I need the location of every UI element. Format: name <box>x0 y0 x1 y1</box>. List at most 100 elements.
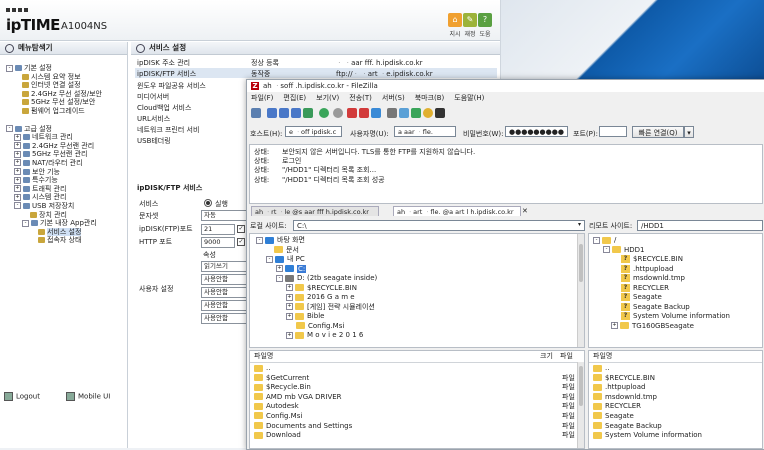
list-item[interactable]: AMD mb VGA DRIVER 파일 <box>254 393 576 403</box>
tree-node[interactable]: - / <box>593 236 730 246</box>
tree-node[interactable]: ? System Volume information <box>593 312 730 322</box>
logout-button[interactable]: Logout <box>4 392 40 401</box>
menu-server[interactable]: 서버(S) <box>382 94 405 102</box>
list-item[interactable]: Autodesk 파일 <box>254 402 576 412</box>
menu-item[interactable]: 장치 관리 <box>6 211 102 220</box>
chevron-down-icon[interactable]: ▾ <box>578 221 581 228</box>
column-filename[interactable]: 파일명 <box>593 351 612 362</box>
help-icon[interactable]: ? <box>478 13 492 27</box>
tree-node[interactable]: -내 PC <box>256 255 377 265</box>
expand-icon[interactable]: + <box>286 284 293 291</box>
user-select[interactable]: 사용안함 <box>201 313 247 324</box>
expand-icon[interactable]: + <box>286 293 293 301</box>
list-item[interactable]: Download 파일 <box>254 431 576 441</box>
service-row[interactable]: ipDISK 주소 관리 <box>137 58 190 68</box>
expand-icon[interactable]: + <box>14 133 21 141</box>
service-row[interactable]: ipDISK/FTP 서비스 <box>137 69 196 79</box>
tree-node[interactable]: + $RECYCLE.BIN <box>256 284 377 294</box>
tree-node[interactable]: + TG160GBSeagate <box>593 322 730 332</box>
menu-usb[interactable]: - USB 저장장치 <box>6 202 102 211</box>
tree-node[interactable]: + [게임] 전략 시뮬레이션 <box>256 303 377 313</box>
disconnect-icon[interactable] <box>359 108 369 118</box>
expand-icon[interactable]: + <box>14 185 21 193</box>
menu-item[interactable]: +5GHz 무선랜 관리 <box>6 150 102 159</box>
scrollbar[interactable] <box>577 362 584 448</box>
list-item[interactable]: System Volume information <box>593 431 758 441</box>
service-row[interactable]: 미디어서버 <box>137 92 169 102</box>
collapse-icon[interactable]: - <box>6 64 13 72</box>
expand-icon[interactable]: + <box>14 159 21 167</box>
menu-item-service-settings[interactable]: 서비스 설정 <box>6 227 102 237</box>
menu-item[interactable]: 5GHz 무선 설정/보안 <box>6 98 102 107</box>
tree-node[interactable]: ? RECYCLER <box>593 283 730 294</box>
tree-node[interactable]: - D: (2tb seagate inside) <box>256 274 377 284</box>
menu-item[interactable]: + 시스템 관리 <box>6 193 102 202</box>
cancel-icon[interactable] <box>347 108 357 118</box>
user-input[interactable]: a aar ᆞfle. <box>394 126 456 137</box>
port-input[interactable] <box>599 126 627 137</box>
column-type[interactable]: 파일 <box>560 351 573 362</box>
tree-node[interactable]: +2016 G a m e <box>256 293 377 303</box>
scrollbar[interactable] <box>577 234 584 347</box>
tree-node[interactable]: 문서 <box>256 246 377 256</box>
connection-tab-active[interactable]: ah ᆞart ᆞfle. @a art l h.ipdisk.co.kr <box>393 206 521 216</box>
tree-node[interactable]: + M o v i e 2 0 1 6 <box>256 331 377 341</box>
column-size[interactable]: 크기 <box>540 351 553 362</box>
menu-app[interactable]: - 기본 내장 App관리 <box>6 219 102 228</box>
user-select[interactable]: 사용안함 <box>201 274 247 285</box>
list-item[interactable]: Seagate Backup <box>593 422 758 432</box>
list-item[interactable]: msdownld.tmp <box>593 393 758 403</box>
compare-icon[interactable] <box>399 108 409 118</box>
expand-icon[interactable]: + <box>611 322 618 329</box>
password-input[interactable]: ●●●●●●●●● <box>505 126 568 137</box>
http-port-checkbox[interactable]: ✓ <box>237 238 245 246</box>
collapse-icon[interactable]: - <box>6 125 13 133</box>
menu-item[interactable]: + 특수기능 <box>6 176 102 185</box>
menu-help[interactable]: 도움말(H) <box>454 94 484 102</box>
menu-bookmarks[interactable]: 북마크(B) <box>415 94 445 102</box>
list-item[interactable]: $RECYCLE.BIN <box>593 374 758 384</box>
tree-node[interactable]: Config.Msi <box>256 322 377 332</box>
service-row[interactable]: 윈도우 파일공유 서비스 <box>137 81 206 91</box>
list-item[interactable]: Documents and Settings 파일 <box>254 422 576 432</box>
binoculars-icon[interactable] <box>435 108 445 118</box>
expand-icon[interactable]: + <box>14 142 21 150</box>
tree-node[interactable]: + Bible <box>256 312 377 322</box>
menu-view[interactable]: 보기(V) <box>316 94 339 102</box>
refresh-icon[interactable] <box>319 108 329 118</box>
list-item[interactable]: RECYCLER <box>593 402 758 412</box>
list-item[interactable]: Config.Msi 파일 <box>254 412 576 422</box>
process-queue-icon[interactable] <box>333 108 343 118</box>
list-item[interactable]: .. <box>254 364 576 374</box>
sync-browse-icon[interactable] <box>411 108 421 118</box>
menu-item[interactable]: 접속자 상태 <box>6 236 102 245</box>
site-manager-icon[interactable] <box>251 108 261 118</box>
service-row[interactable]: USB테더링 <box>137 136 171 146</box>
tree-node[interactable]: - 바탕 화면 <box>256 236 377 246</box>
reconnect-icon[interactable] <box>371 108 381 118</box>
toggle-log-icon[interactable] <box>267 108 277 118</box>
expand-icon[interactable]: + <box>276 265 283 272</box>
service-row[interactable]: Cloud백업 서비스 <box>137 103 191 113</box>
list-item[interactable]: .. <box>593 364 758 374</box>
list-item[interactable]: Seagate <box>593 412 758 422</box>
menu-transfer[interactable]: 전송(T) <box>349 94 372 102</box>
list-item[interactable]: .httpupload <box>593 383 758 393</box>
tree-node-c[interactable]: + C: <box>256 264 377 275</box>
attr-select[interactable]: 읽기쓰기 <box>201 261 247 272</box>
collapse-icon[interactable]: - <box>276 274 283 282</box>
tree-node[interactable]: ? .httpupload <box>593 264 730 275</box>
toggle-local-tree-icon[interactable] <box>279 108 289 118</box>
collapse-icon[interactable]: - <box>593 236 600 244</box>
toggle-remote-tree-icon[interactable] <box>291 108 301 118</box>
menu-advanced[interactable]: - 고급 설정 <box>6 125 102 134</box>
menu-item[interactable]: + 보안 기능 <box>6 168 102 177</box>
filter-icon[interactable] <box>387 108 397 118</box>
quickconnect-button[interactable]: 빠른 연결(Q) <box>632 126 684 138</box>
collapse-icon[interactable]: - <box>14 202 21 210</box>
expand-icon[interactable]: + <box>286 303 293 310</box>
expand-icon[interactable]: + <box>14 150 21 158</box>
list-item[interactable]: $Recycle.Bin 파일 <box>254 383 576 393</box>
tree-node[interactable]: ? Seagate Backup <box>593 302 730 313</box>
host-input[interactable]: e ᆞoff ipdisk.c <box>285 126 342 137</box>
